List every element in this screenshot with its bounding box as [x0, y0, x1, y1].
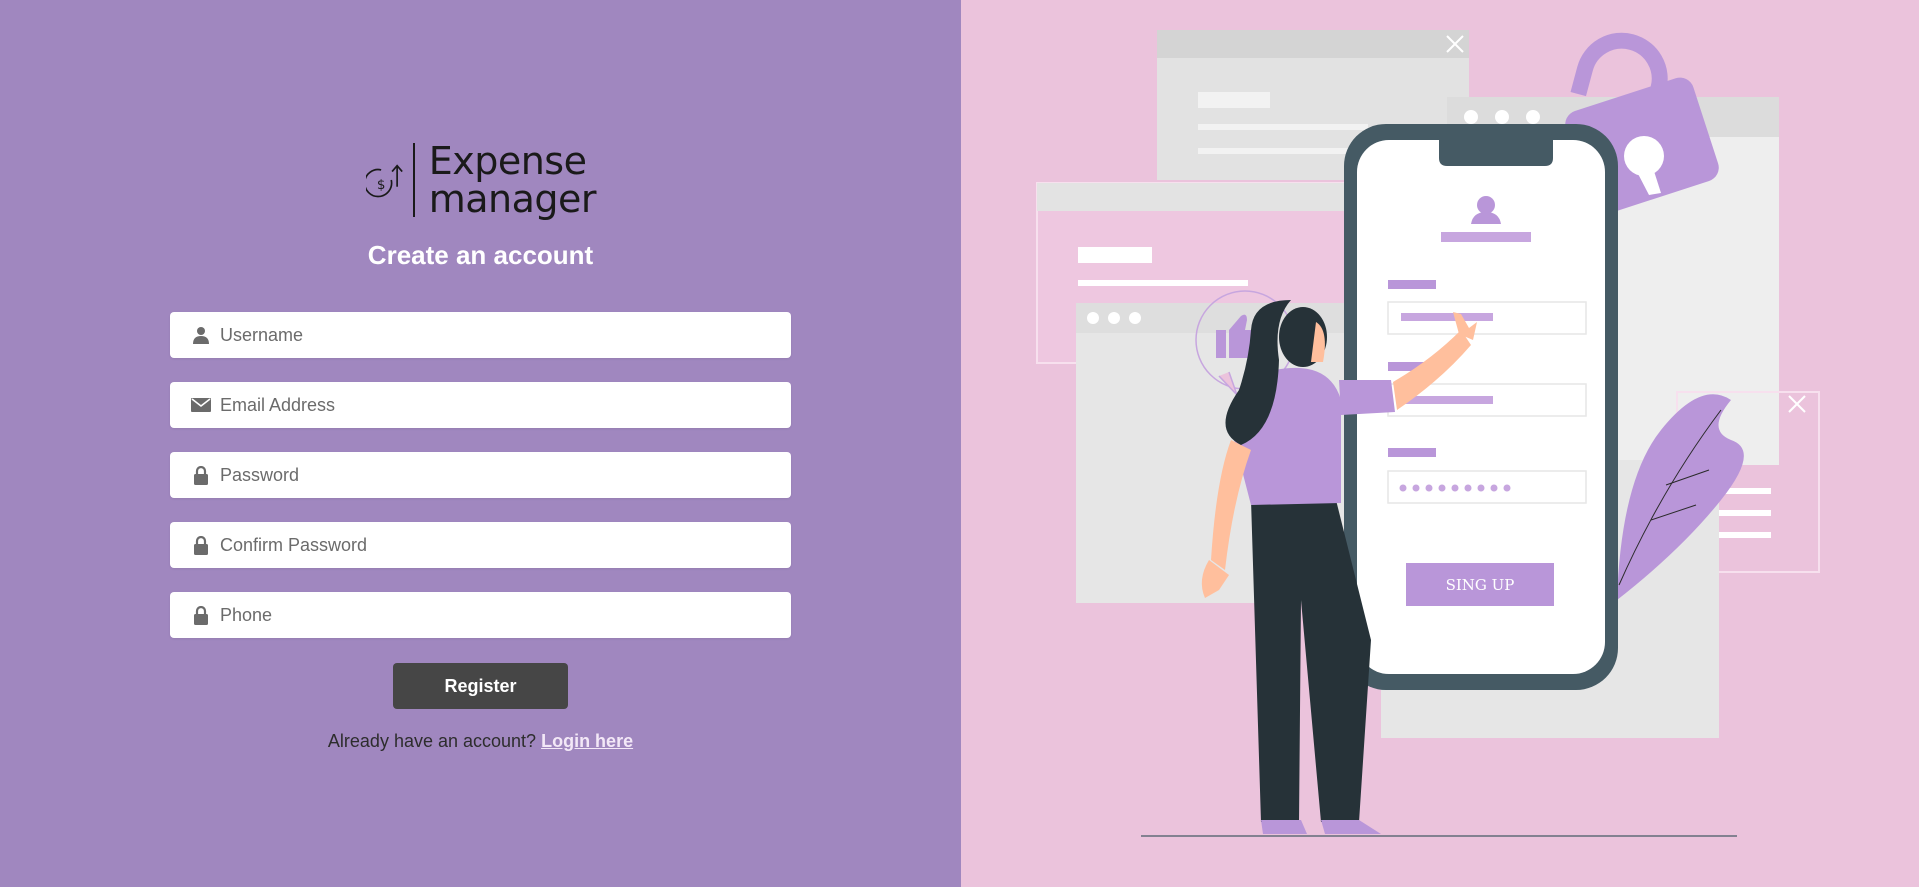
email-field[interactable]: [170, 382, 791, 428]
close-icon: [1788, 395, 1806, 413]
login-prompt: Already have an account? Login here: [0, 731, 961, 752]
brand-logo: $ Expense manager: [366, 138, 597, 222]
logo-divider: [413, 143, 415, 217]
user-icon: [1477, 196, 1495, 214]
lock-icon: [190, 604, 212, 626]
brand-name-line1: Expense: [428, 139, 587, 183]
password-field[interactable]: [170, 452, 791, 498]
phone-field[interactable]: [170, 592, 791, 638]
password-input[interactable]: [220, 452, 791, 498]
phone-input[interactable]: [220, 592, 791, 638]
lock-icon: [190, 534, 212, 556]
register-button[interactable]: Register: [393, 663, 568, 709]
illustration-panel: SING UP: [961, 0, 1919, 887]
svg-text:$: $: [377, 178, 386, 193]
envelope-icon: [190, 394, 212, 416]
brand-name: Expense manager: [428, 139, 597, 221]
user-icon: [190, 324, 212, 346]
dollar-arrow-icon: $: [366, 164, 403, 198]
login-link[interactable]: Login here: [541, 731, 633, 751]
confirm-password-input[interactable]: [220, 522, 791, 568]
username-field[interactable]: [170, 312, 791, 358]
confirm-password-field[interactable]: [170, 522, 791, 568]
registration-panel: $ Expense manager Create an account User…: [0, 0, 961, 887]
brand-name-line2: manager: [428, 177, 597, 221]
phone-signup-label: SING UP: [1446, 576, 1515, 594]
signup-illustration: SING UP: [1036, 30, 1820, 837]
page-title: Create an account: [367, 240, 594, 270]
lock-icon: [190, 464, 212, 486]
email-input[interactable]: [220, 382, 791, 428]
username-input[interactable]: [220, 312, 791, 358]
login-prompt-text: Already have an account?: [327, 731, 537, 751]
